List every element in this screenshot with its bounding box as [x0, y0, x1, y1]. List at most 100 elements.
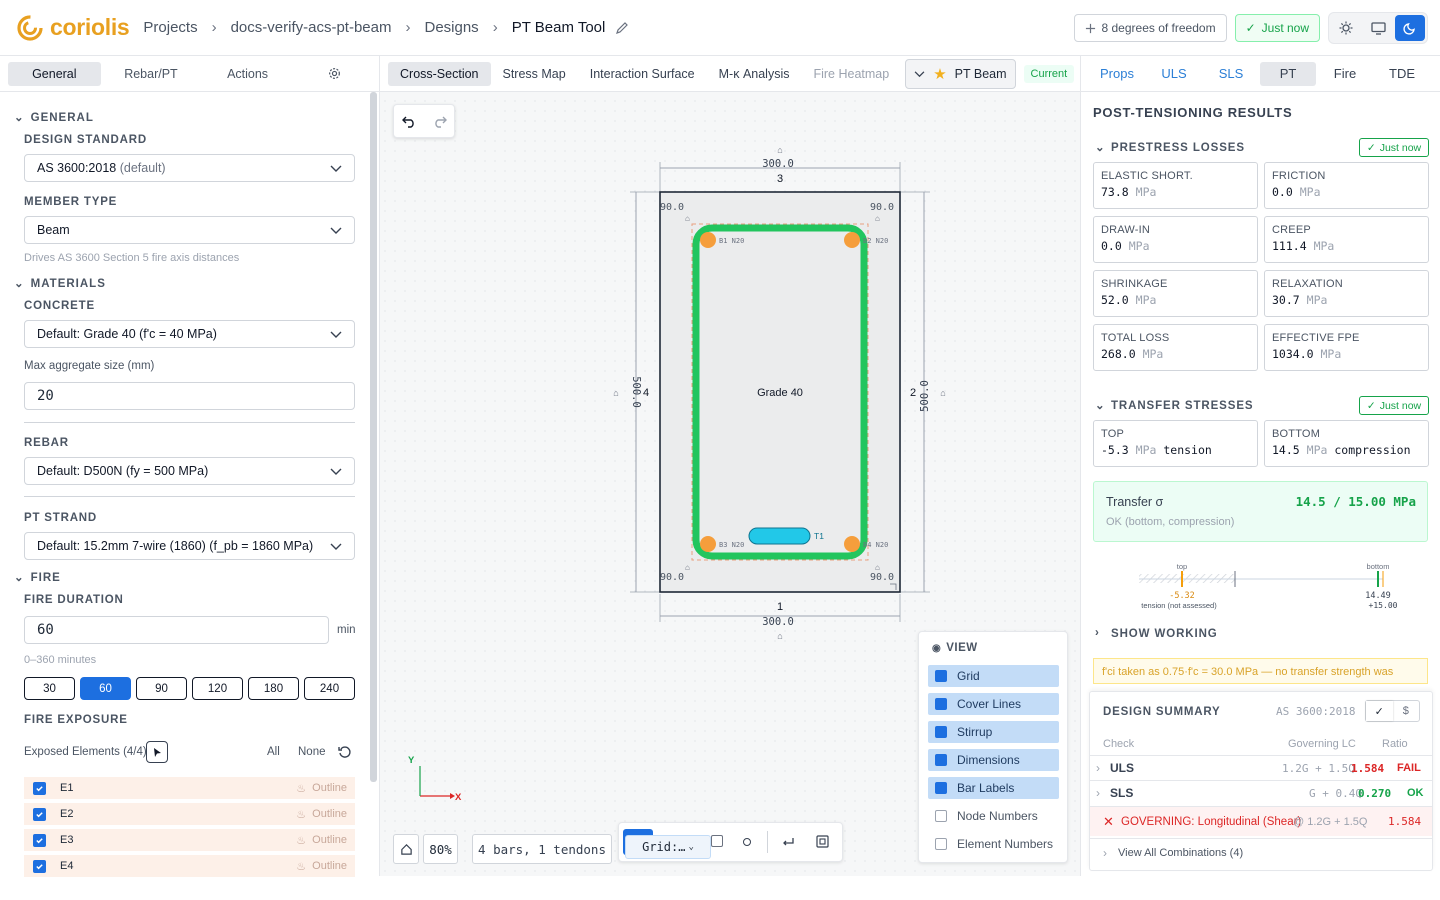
dollar-icon[interactable]: $ [1393, 701, 1420, 721]
circle-tool-icon[interactable] [743, 838, 751, 846]
pick-elements-icon[interactable] [146, 741, 168, 763]
home-view-icon[interactable] [393, 834, 419, 864]
view-dimensions-toggle[interactable]: Dimensions [928, 749, 1059, 771]
show-working-toggle[interactable]: › SHOW WORKING [1095, 627, 1218, 640]
tab-tde[interactable]: TDE [1374, 62, 1430, 86]
view-all-combinations[interactable]: › View All Combinations (4) [1090, 838, 1432, 866]
concrete-value: Default: Grade 40 (f'c = 40 MPa) [37, 327, 217, 341]
element-id: E3 [60, 834, 74, 846]
rect-tool-icon[interactable] [711, 835, 723, 847]
aggregate-input[interactable]: 20 [24, 382, 355, 410]
fire-duration-hint: 0–360 minutes [24, 654, 97, 666]
lock-icon: ⌂ [777, 145, 782, 155]
tab-props[interactable]: Props [1089, 62, 1145, 86]
view-element-numbers-toggle[interactable]: Element Numbers [928, 833, 1059, 855]
section-materials[interactable]: ⌄ MATERIALS [14, 276, 106, 290]
tab-sls[interactable]: SLS [1203, 62, 1259, 86]
rebar-select[interactable]: Default: D500N (fy = 500 MPa) [24, 457, 355, 485]
duration-button-240[interactable]: 240 [304, 677, 355, 700]
divider [767, 831, 768, 853]
tab-actions[interactable]: Actions [201, 62, 294, 86]
section-transfer-stresses[interactable]: ⌄ TRANSFER STRESSES [1095, 400, 1253, 412]
settings-gear-icon[interactable] [298, 62, 371, 86]
view-cover-lines-toggle[interactable]: Cover Lines [928, 693, 1059, 715]
dark-theme-icon[interactable] [1395, 15, 1425, 41]
member-type-select[interactable]: Beam [24, 216, 355, 244]
tab-fire[interactable]: Fire [1317, 62, 1373, 86]
design-standard-select[interactable]: AS 3600:2018 (default) [24, 154, 355, 182]
pt-strand-select[interactable]: Default: 15.2mm 7-wire (1860) (f_pb = 18… [24, 532, 355, 560]
enter-icon[interactable] [782, 836, 795, 848]
rebar-value: Default: D500N (fy = 500 MPa) [37, 464, 209, 478]
fire-duration-input[interactable]: 60 [24, 616, 329, 644]
gauge-top-label: top [1177, 562, 1187, 571]
left-scrollbar[interactable] [370, 92, 377, 782]
element-row-e3[interactable]: E3 ♨ Outline [24, 829, 355, 851]
checkbox-checked-icon[interactable] [33, 859, 46, 873]
check-icon[interactable]: ✓ [1366, 701, 1393, 721]
dof-badge[interactable]: 8 degrees of freedom [1073, 14, 1227, 42]
chevron-down-icon [330, 331, 342, 338]
view-node-numbers-toggle[interactable]: Node Numbers [928, 805, 1059, 827]
duration-button-30[interactable]: 30 [24, 677, 75, 700]
view-bar-labels-toggle[interactable]: Bar Labels [928, 777, 1059, 799]
breadcrumb: Projects › docs-verify-acs-pt-beam › Des… [143, 19, 629, 36]
breadcrumb-designs[interactable]: Designs [424, 19, 478, 36]
edit-pencil-icon[interactable] [615, 21, 629, 35]
x-icon: ✕ [1103, 813, 1114, 829]
logo[interactable]: coriolis [16, 14, 130, 42]
aggregate-label: Max aggregate size (mm) [24, 360, 155, 372]
light-theme-icon[interactable] [1331, 15, 1361, 41]
checkbox-checked-icon[interactable] [33, 781, 46, 795]
ok-badge: OK [1407, 787, 1424, 799]
loss-card-creep: CREEP 111.4 MPa [1264, 216, 1429, 263]
element-row-e4[interactable]: E4 ♨ Outline [24, 855, 355, 877]
tab-pt[interactable]: PT [1260, 61, 1316, 86]
summary-row-sls[interactable]: › SLS G + 0.4Q 0.270 OK [1090, 780, 1432, 805]
checkbox-icon [935, 782, 947, 794]
breadcrumb-projects[interactable]: Projects [143, 19, 197, 36]
select-none-button[interactable]: None [298, 746, 326, 758]
element-row-e2[interactable]: E2 ♨ Outline [24, 803, 355, 825]
checkbox-checked-icon[interactable] [33, 807, 46, 821]
view-grid-toggle[interactable]: Grid [928, 665, 1059, 687]
element-mode[interactable]: Outline [312, 834, 347, 846]
section-general[interactable]: ⌄ GENERAL [14, 110, 94, 124]
lock-icon: ⌂ [685, 214, 690, 223]
checkbox-checked-icon[interactable] [33, 833, 46, 847]
flame-icon: ♨ [296, 860, 307, 873]
left-resize-handle[interactable] [374, 450, 377, 480]
select-all-button[interactable]: All [267, 746, 280, 758]
summary-row-uls[interactable]: › ULS 1.2G + 1.5Q 1.584 FAIL [1090, 755, 1432, 780]
member-type-label: MEMBER TYPE [24, 196, 118, 208]
cover-label: 90.0 [660, 202, 684, 213]
breadcrumb-design: PT Beam Tool [511, 19, 606, 36]
zoom-level[interactable]: 80% [423, 834, 458, 864]
duration-button-120[interactable]: 120 [192, 677, 243, 700]
element-mode[interactable]: Outline [312, 782, 347, 794]
tab-rebar-pt[interactable]: Rebar/PT [105, 62, 198, 86]
canvas-area[interactable]: Cross-Section Stress Map Interaction Sur… [380, 56, 1080, 876]
view-stirrup-toggle[interactable]: Stirrup [928, 721, 1059, 743]
element-mode[interactable]: Outline [312, 808, 347, 820]
system-theme-icon[interactable] [1363, 15, 1393, 41]
grid-snap-select[interactable]: Grid:… ⌄ [625, 835, 711, 859]
element-mode[interactable]: Outline [312, 860, 347, 872]
fit-icon[interactable] [816, 835, 829, 848]
section-prestress-losses[interactable]: ⌄ PRESTRESS LOSSES [1095, 142, 1245, 154]
tab-general[interactable]: General [8, 61, 101, 86]
reset-icon[interactable] [338, 745, 352, 759]
duration-button-180[interactable]: 180 [248, 677, 299, 700]
duration-button-60[interactable]: 60 [80, 677, 131, 700]
tab-uls[interactable]: ULS [1146, 62, 1202, 86]
concrete-select[interactable]: Default: Grade 40 (f'c = 40 MPa) [24, 320, 355, 348]
losses-status-badge: ✓ Just now [1359, 138, 1429, 157]
checkbox-icon [935, 810, 947, 822]
duration-button-90[interactable]: 90 [136, 677, 187, 700]
checkbox-icon [935, 754, 947, 766]
element-row-e1[interactable]: E1 ♨ Outline [24, 777, 355, 799]
chevron-right-icon: › [1096, 786, 1100, 800]
design-summary-title: DESIGN SUMMARY [1103, 706, 1221, 718]
breadcrumb-project[interactable]: docs-verify-acs-pt-beam [231, 19, 392, 36]
section-fire[interactable]: ⌄ FIRE [14, 570, 61, 584]
